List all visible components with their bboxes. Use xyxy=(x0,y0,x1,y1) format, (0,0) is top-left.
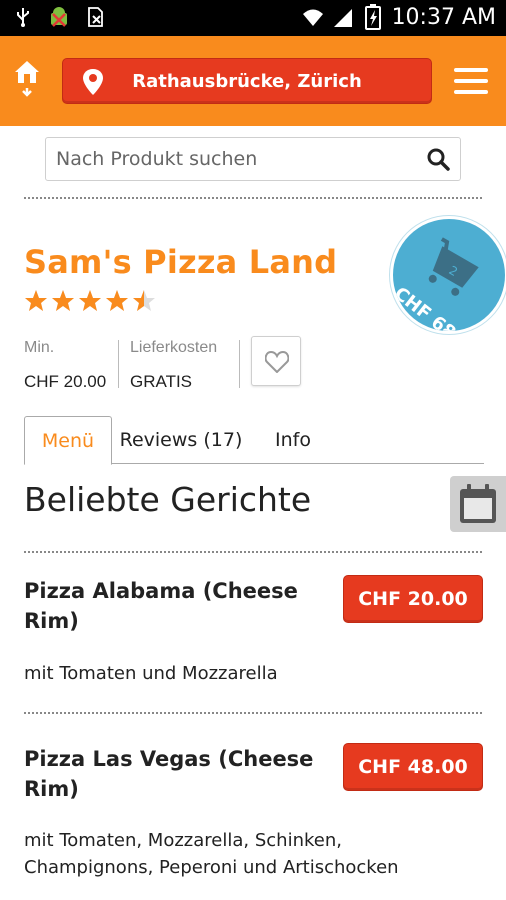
menu-item-name: Pizza Las Vegas (Cheese Rim) xyxy=(24,747,314,801)
star-full-icon xyxy=(79,290,101,311)
battery-charging-icon xyxy=(364,4,381,30)
tab-reviews[interactable]: Reviews (17) xyxy=(116,416,246,465)
status-bar: 10:37 AM xyxy=(0,0,506,36)
location-button[interactable]: Rathausbrücke, Zürich xyxy=(62,58,432,104)
favorite-button[interactable] xyxy=(251,336,301,386)
home-button[interactable] xyxy=(12,58,46,102)
usb-icon xyxy=(17,8,29,27)
status-time: 10:37 AM xyxy=(391,4,496,30)
location-label: Rathausbrücke, Zürich xyxy=(132,71,362,92)
star-full-icon xyxy=(25,290,47,311)
min-order-value: CHF 20.00 xyxy=(24,372,107,391)
home-icon xyxy=(15,61,39,97)
tab-menu[interactable]: Menü xyxy=(24,416,112,465)
search-input[interactable] xyxy=(56,138,416,180)
search-box xyxy=(45,137,461,181)
divider xyxy=(239,340,240,388)
signal-icon xyxy=(333,9,352,27)
section-title: Beliebte Gerichte xyxy=(24,480,312,519)
divider xyxy=(118,340,119,388)
app-bar: Rathausbrücke, Zürich xyxy=(0,36,506,126)
delivery-cost-value: GRATIS xyxy=(130,372,193,391)
min-order-label: Min. xyxy=(24,339,55,356)
search-icon[interactable] xyxy=(426,147,450,171)
menu-item-name: Pizza Alabama (Cheese Rim) xyxy=(24,579,298,633)
restaurant-name: Sam's Pizza Land xyxy=(24,243,338,281)
add-to-cart-button[interactable]: CHF 48.00 xyxy=(343,743,483,791)
calendar-icon xyxy=(460,484,496,523)
no-sim-icon xyxy=(88,7,103,27)
menu-item-description: mit Tomaten, Mozzarella, Schinken, Champ… xyxy=(24,830,399,878)
delivery-cost-label: Lieferkosten xyxy=(130,339,218,356)
android-debug-icon xyxy=(51,7,67,27)
cart-badge[interactable]: 2 CHF 68.00 xyxy=(390,216,506,334)
cart-icon: 2 xyxy=(428,237,479,296)
divider xyxy=(24,551,482,553)
tab-info[interactable]: Info xyxy=(262,416,324,465)
menu-item-description: mit Tomaten und Mozzarella xyxy=(24,663,278,684)
opening-hours-button[interactable] xyxy=(450,476,506,532)
heart-icon xyxy=(265,351,289,373)
hamburger-menu-icon xyxy=(454,68,488,94)
star-half-icon xyxy=(133,290,155,311)
divider xyxy=(24,197,482,199)
star-full-icon xyxy=(52,290,74,311)
divider xyxy=(24,712,482,714)
star-full-icon xyxy=(106,290,128,311)
tab-bar: Menü Reviews (17) Info xyxy=(24,416,484,465)
add-to-cart-button[interactable]: CHF 20.00 xyxy=(343,575,483,623)
rating-stars xyxy=(24,289,156,313)
wifi-icon xyxy=(302,9,323,26)
hamburger-menu-button[interactable] xyxy=(454,68,488,94)
